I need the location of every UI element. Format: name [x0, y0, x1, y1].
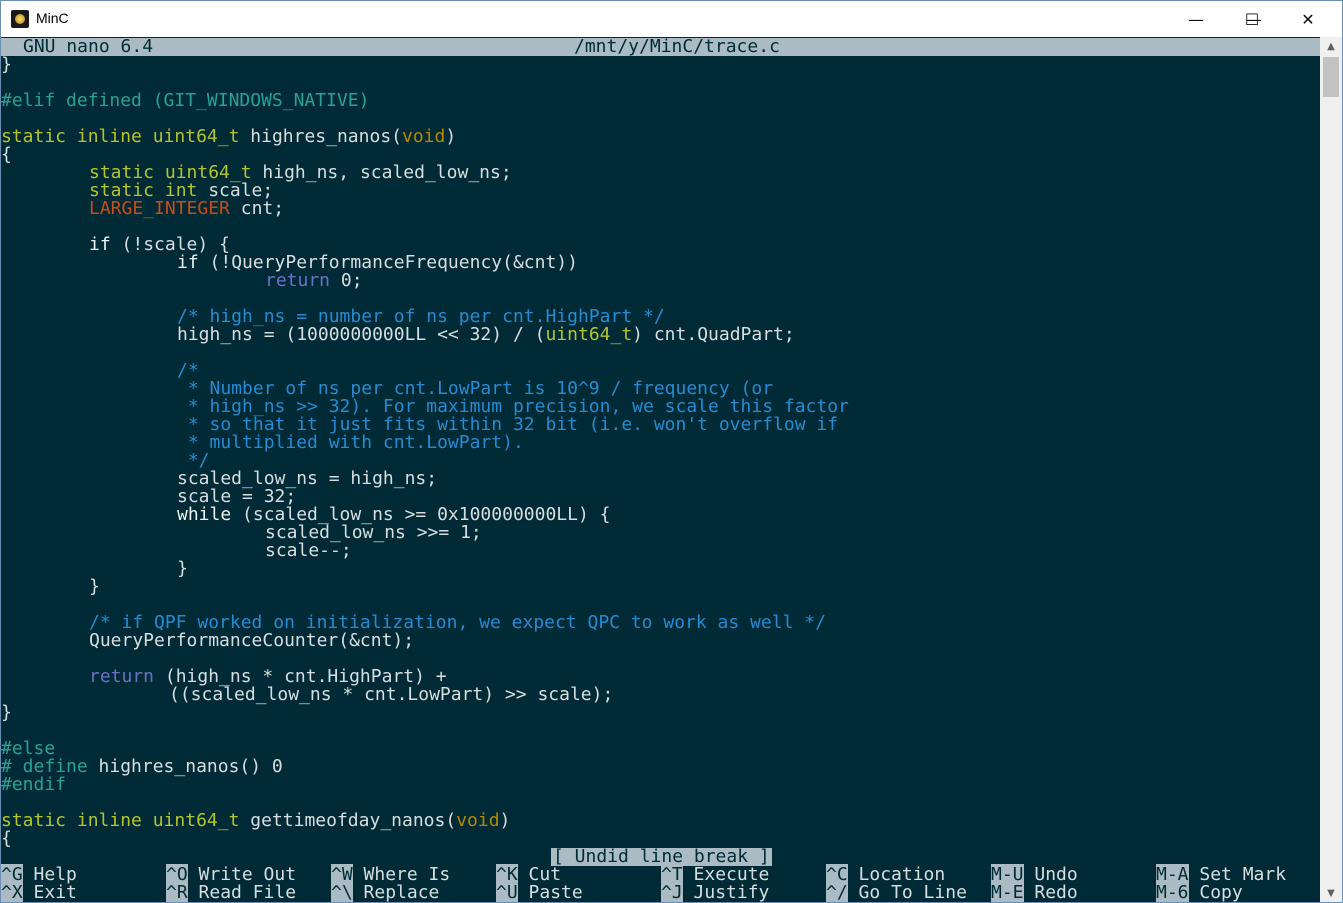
code-line: LARGE_INTEGER cnt;: [89, 198, 285, 219]
code-line: }: [89, 576, 100, 597]
close-button[interactable]: ✕: [1285, 1, 1331, 38]
shortcut-paste[interactable]: ^U Paste: [496, 882, 583, 902]
code-line: ((scaled_low_ns * cnt.LowPart) >> scale)…: [169, 684, 614, 705]
code-line: scale--;: [265, 540, 352, 561]
code-line: #elif defined (GIT_WINDOWS_NATIVE): [1, 90, 370, 111]
code-line: QueryPerformanceCounter(&cnt);: [89, 630, 415, 651]
shortcut-exit[interactable]: ^X Exit: [1, 882, 77, 902]
scroll-down-arrow-icon[interactable]: ▼: [1320, 884, 1342, 902]
maximize-button[interactable]: ☐: [1229, 1, 1275, 38]
window-controls: — ☐ ✕: [1, 1, 1342, 37]
code-line: #endif: [1, 774, 67, 795]
code-line: }: [177, 558, 188, 579]
code-line: {: [1, 144, 12, 165]
minimize-button[interactable]: —: [1173, 1, 1219, 38]
shortcut-replace[interactable]: ^\ Replace: [331, 882, 439, 902]
code-comment: * multiplied with cnt.LowPart).: [177, 432, 524, 453]
shortcut-go-to-line[interactable]: ^/ Go To Line: [826, 882, 967, 902]
shortcut-read-file[interactable]: ^R Read File: [166, 882, 296, 902]
nano-editor[interactable]: GNU nano 6.4 /mnt/y/MinC/trace.c } #elif…: [1, 37, 1320, 902]
code-line: high_ns = (1000000000LL << 32) / (uint64…: [177, 324, 795, 345]
nano-title-bar: GNU nano 6.4 /mnt/y/MinC/trace.c: [1, 38, 1320, 56]
shortcut-copy[interactable]: M-6 Copy: [1156, 882, 1243, 902]
nano-version: GNU nano 6.4: [23, 37, 154, 57]
vertical-scrollbar[interactable]: ▲ ▼: [1320, 37, 1342, 902]
code-line: }: [1, 702, 12, 723]
shortcut-justify[interactable]: ^J Justify: [661, 882, 769, 902]
code-line: static inline uint64_t highres_nanos(voi…: [1, 126, 457, 147]
scroll-up-arrow-icon[interactable]: ▲: [1320, 37, 1342, 55]
shortcut-redo[interactable]: M-E Redo: [991, 882, 1078, 902]
code-line: if (!QueryPerformanceFrequency(&cnt)): [177, 252, 578, 273]
code-line: static inline uint64_t gettimeofday_nano…: [1, 810, 511, 831]
code-line: return 0;: [265, 270, 363, 291]
file-path: /mnt/y/MinC/trace.c: [574, 37, 780, 57]
scrollbar-thumb[interactable]: [1323, 57, 1339, 97]
code-line: {: [1, 828, 12, 849]
code-line: }: [1, 54, 12, 75]
